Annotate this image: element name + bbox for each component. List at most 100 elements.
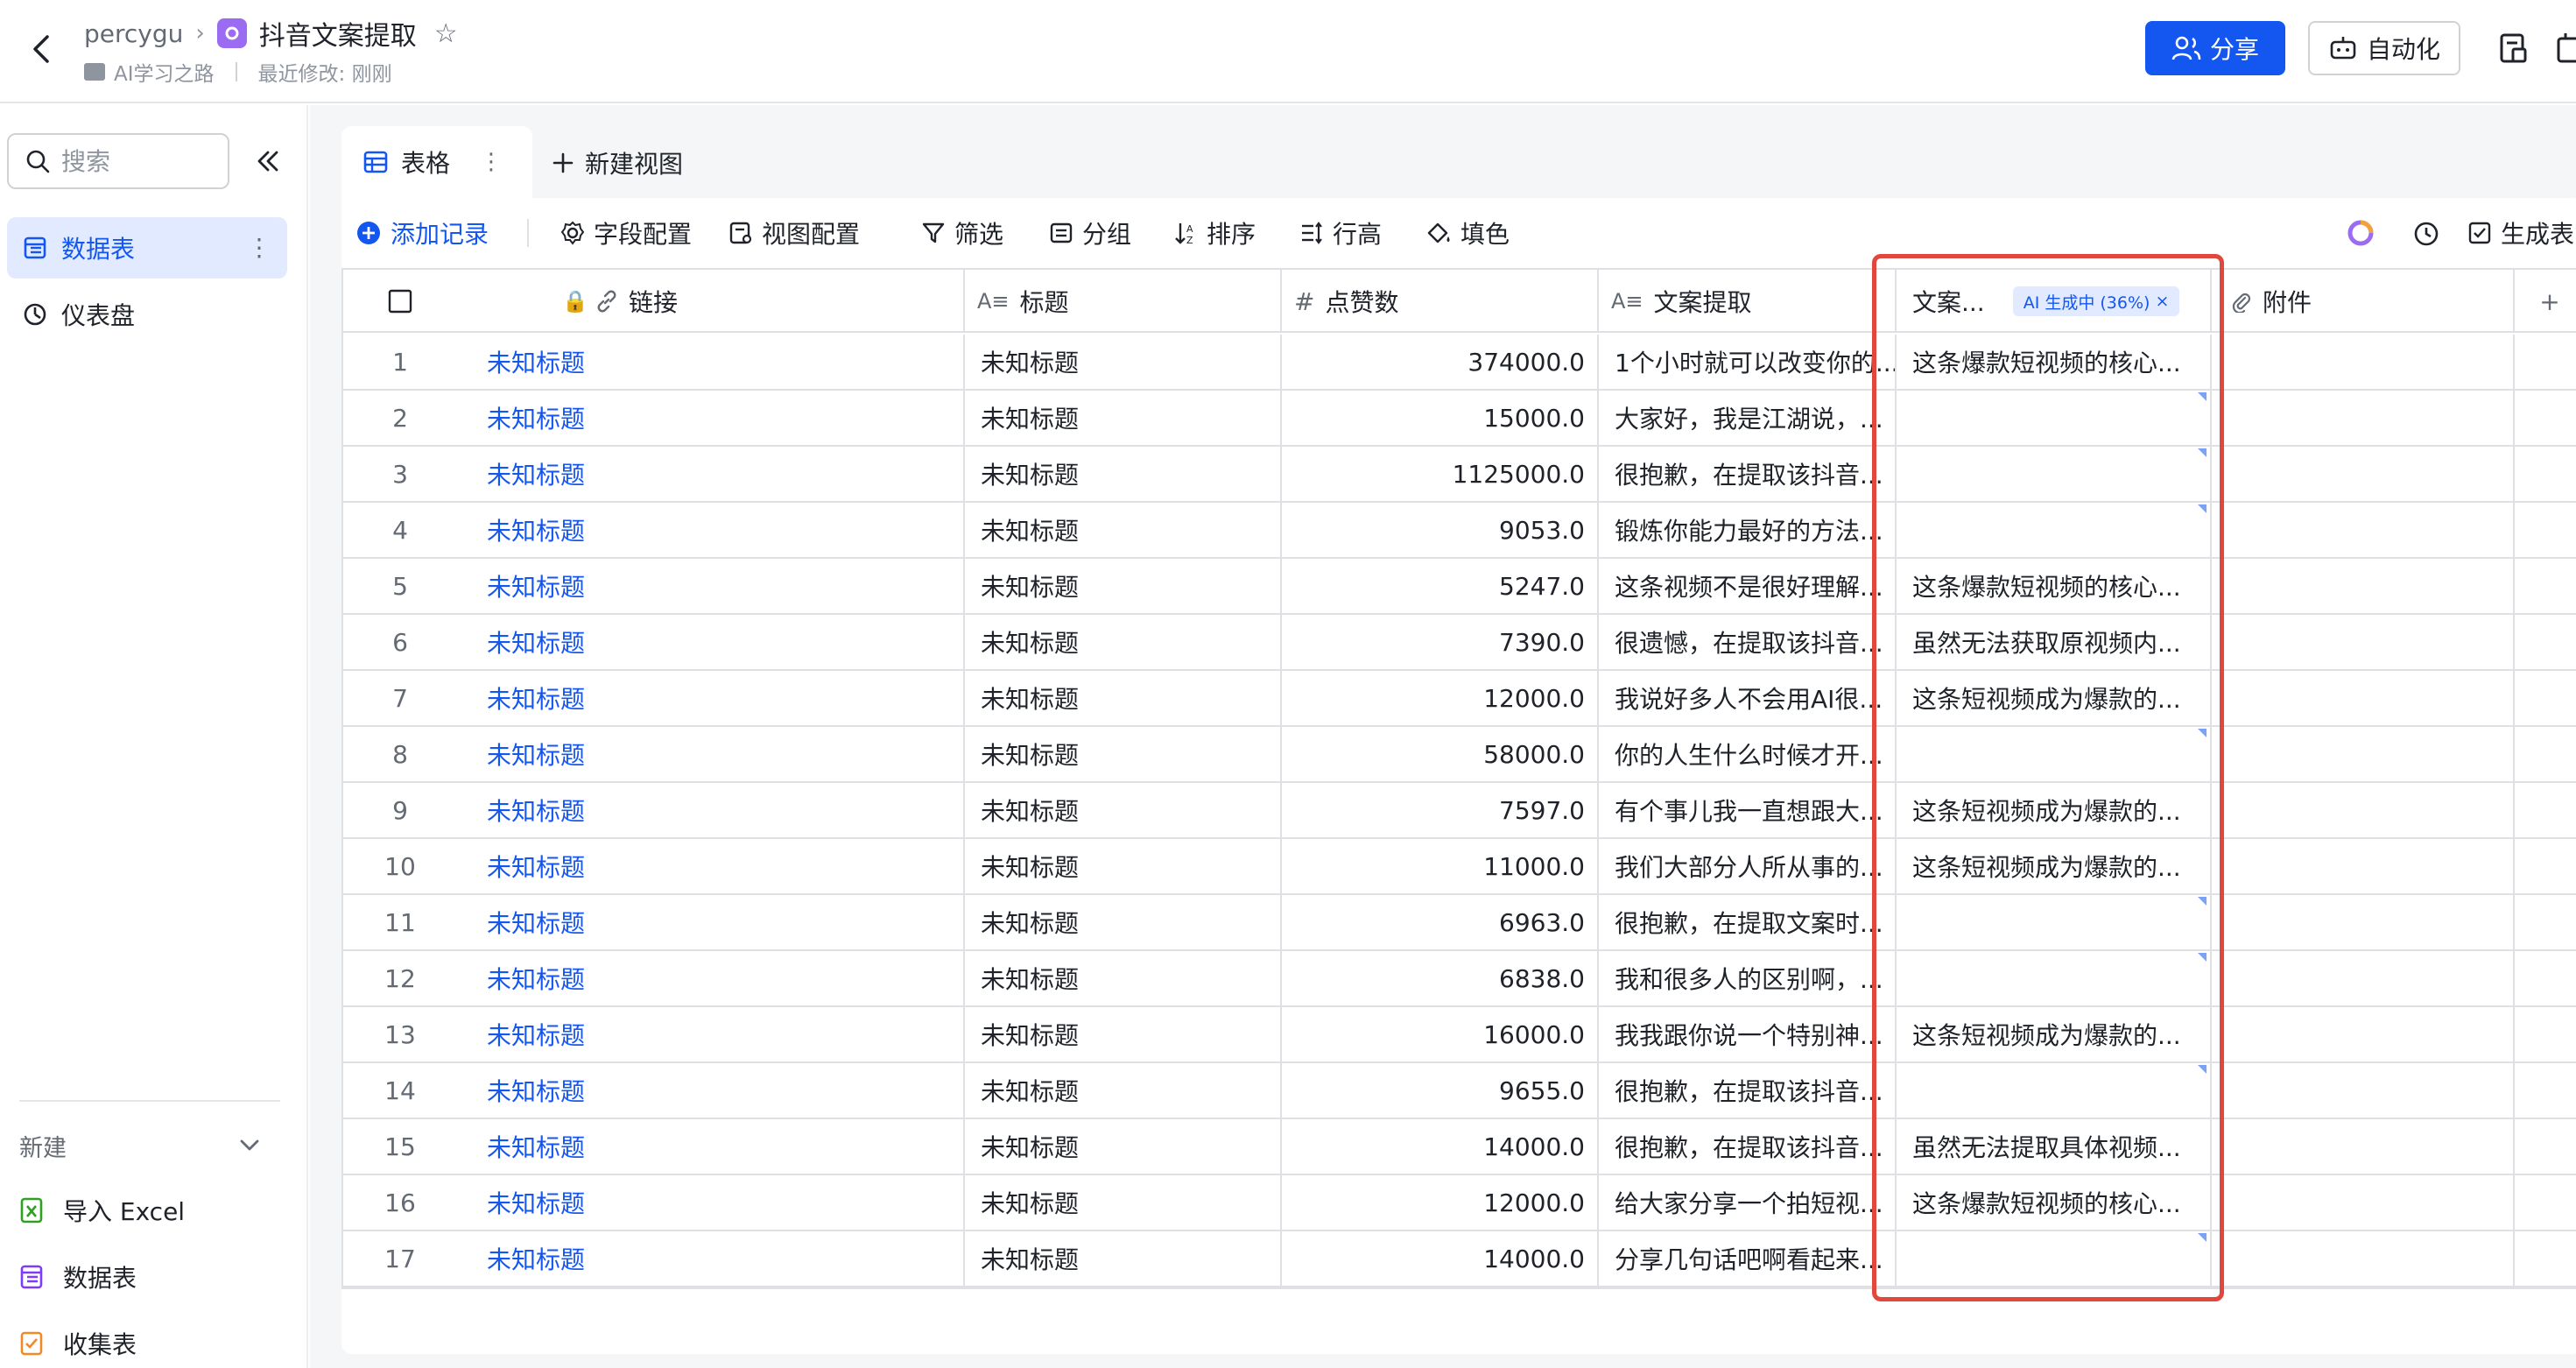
cell-ai-generated[interactable] bbox=[1897, 447, 2212, 501]
cell-link[interactable]: 未知标题 bbox=[457, 1231, 965, 1286]
cell-likes[interactable]: 14000.0 bbox=[1282, 1231, 1599, 1286]
ai-assistant-icon[interactable] bbox=[2345, 217, 2376, 249]
cell-extract[interactable]: 我和很多人的区别啊，... bbox=[1599, 951, 1897, 1005]
cell-likes[interactable]: 11000.0 bbox=[1282, 839, 1599, 893]
cell-extract[interactable]: 这条视频不是很好理解... bbox=[1599, 559, 1897, 613]
cell-attachment[interactable] bbox=[2212, 839, 2515, 893]
cell-attachment[interactable] bbox=[2212, 391, 2515, 445]
cell-ai-generated[interactable] bbox=[1897, 1231, 2212, 1286]
table-row[interactable]: 8 未知标题 未知标题 58000.0 你的人生什么时候才开... bbox=[343, 727, 2576, 783]
column-header-likes[interactable]: # 点赞数 bbox=[1282, 270, 1599, 333]
cell-title[interactable]: 未知标题 bbox=[965, 895, 1282, 949]
cell-title[interactable]: 未知标题 bbox=[965, 559, 1282, 613]
column-header-title[interactable]: A≡ 标题 bbox=[965, 270, 1282, 333]
table-row[interactable]: 13 未知标题 未知标题 16000.0 我我跟你说一个特别神... 这条短视频成为爆款的… bbox=[343, 1007, 2576, 1063]
cell-title[interactable]: 未知标题 bbox=[965, 391, 1282, 445]
cell-attachment[interactable] bbox=[2212, 447, 2515, 501]
cell-ai-generated[interactable] bbox=[1897, 391, 2212, 445]
cell-attachment[interactable] bbox=[2212, 1175, 2515, 1230]
new-datatable[interactable]: 数据表 bbox=[19, 1252, 137, 1301]
share-button[interactable]: 分享 bbox=[2145, 21, 2285, 75]
cell-ai-generated[interactable]: 这条爆款短视频的核心... bbox=[1897, 335, 2212, 389]
table-row[interactable]: 4 未知标题 未知标题 9053.0 锻炼你能力最好的方法... bbox=[343, 503, 2576, 559]
cell-link[interactable]: 未知标题 bbox=[457, 727, 965, 781]
cell-title[interactable]: 未知标题 bbox=[965, 783, 1282, 837]
cell-attachment[interactable] bbox=[2212, 503, 2515, 557]
cell-link[interactable]: 未知标题 bbox=[457, 1063, 965, 1118]
cell-extract[interactable]: 很遗憾，在提取该抖音... bbox=[1599, 615, 1897, 669]
cell-title[interactable]: 未知标题 bbox=[965, 615, 1282, 669]
cell-likes[interactable]: 16000.0 bbox=[1282, 1007, 1599, 1061]
cell-title[interactable]: 未知标题 bbox=[965, 1119, 1282, 1174]
cell-extract[interactable]: 我我跟你说一个特别神... bbox=[1599, 1007, 1897, 1061]
cell-extract[interactable]: 我们大部分人所从事的... bbox=[1599, 839, 1897, 893]
cell-attachment[interactable] bbox=[2212, 335, 2515, 389]
column-header-extract[interactable]: A≡ 文案提取 bbox=[1599, 270, 1897, 333]
row-height-button[interactable]: 行高 bbox=[1299, 214, 1382, 252]
table-row[interactable]: 10 未知标题 未知标题 11000.0 我们大部分人所从事的... 这条短视频成为爆款的… bbox=[343, 839, 2576, 895]
cell-title[interactable]: 未知标题 bbox=[965, 1175, 1282, 1230]
close-icon[interactable]: × bbox=[2155, 292, 2169, 311]
cell-ai-generated[interactable]: 这条短视频成为爆款的... bbox=[1897, 783, 2212, 837]
more-tools-icon[interactable] bbox=[2555, 32, 2576, 65]
table-row[interactable]: 16 未知标题 未知标题 12000.0 给大家分享一个拍短视... 这条爆款短视频的核心… bbox=[343, 1175, 2576, 1231]
cell-link[interactable]: 未知标题 bbox=[457, 671, 965, 725]
history-icon[interactable] bbox=[2411, 219, 2441, 249]
cell-likes[interactable]: 6838.0 bbox=[1282, 951, 1599, 1005]
cell-extract[interactable]: 1个小时就可以改变你的... bbox=[1599, 335, 1897, 389]
cell-title[interactable]: 未知标题 bbox=[965, 727, 1282, 781]
cell-link[interactable]: 未知标题 bbox=[457, 951, 965, 1005]
cell-likes[interactable]: 15000.0 bbox=[1282, 391, 1599, 445]
cell-extract[interactable]: 很抱歉，在提取文案时... bbox=[1599, 895, 1897, 949]
collapse-sidebar-icon[interactable] bbox=[252, 145, 284, 177]
select-all-checkbox[interactable] bbox=[343, 270, 457, 333]
cell-title[interactable]: 未知标题 bbox=[965, 1231, 1282, 1286]
add-record-button[interactable]: 添加记录 bbox=[355, 214, 489, 252]
table-row[interactable]: 6 未知标题 未知标题 7390.0 很遗憾，在提取该抖音... 虽然无法获取原视频内..… bbox=[343, 615, 2576, 671]
sort-button[interactable]: A Z 排序 bbox=[1173, 214, 1256, 252]
cell-extract[interactable]: 大家好，我是江湖说，... bbox=[1599, 391, 1897, 445]
cell-attachment[interactable] bbox=[2212, 671, 2515, 725]
cell-link[interactable]: 未知标题 bbox=[457, 615, 965, 669]
sidebar-search[interactable] bbox=[7, 133, 229, 189]
table-row[interactable]: 3 未知标题 未知标题 1125000.0 很抱歉，在提取该抖音... bbox=[343, 447, 2576, 503]
cell-attachment[interactable] bbox=[2212, 1119, 2515, 1174]
table-row[interactable]: 1 未知标题 未知标题 374000.0 1个小时就可以改变你的... 这条爆款短视频的核… bbox=[343, 335, 2576, 391]
cell-extract[interactable]: 有个事儿我一直想跟大... bbox=[1599, 783, 1897, 837]
cell-link[interactable]: 未知标题 bbox=[457, 1119, 965, 1174]
new-import-excel[interactable]: 导入 Excel bbox=[19, 1186, 185, 1235]
cell-title[interactable]: 未知标题 bbox=[965, 671, 1282, 725]
cell-likes[interactable]: 374000.0 bbox=[1282, 335, 1599, 389]
table-row[interactable]: 15 未知标题 未知标题 14000.0 很抱歉，在提取该抖音... 虽然无法提取具体视频… bbox=[343, 1119, 2576, 1175]
cell-ai-generated[interactable]: 这条短视频成为爆款的... bbox=[1897, 839, 2212, 893]
cell-attachment[interactable] bbox=[2212, 1231, 2515, 1286]
cell-likes[interactable]: 14000.0 bbox=[1282, 1119, 1599, 1174]
cell-ai-generated[interactable] bbox=[1897, 895, 2212, 949]
cell-title[interactable]: 未知标题 bbox=[965, 503, 1282, 557]
cell-likes[interactable]: 12000.0 bbox=[1282, 1175, 1599, 1230]
cell-link[interactable]: 未知标题 bbox=[457, 1007, 965, 1061]
cell-ai-generated[interactable] bbox=[1897, 727, 2212, 781]
cell-link[interactable]: 未知标题 bbox=[457, 447, 965, 501]
cell-link[interactable]: 未知标题 bbox=[457, 839, 965, 893]
generate-table-button[interactable]: 生成表 bbox=[2467, 214, 2574, 252]
sidebar-item-dashboard[interactable]: 仪表盘 bbox=[7, 284, 287, 345]
fill-color-button[interactable]: 填色 bbox=[1425, 214, 1510, 252]
cell-extract[interactable]: 分享几句话吧啊看起来... bbox=[1599, 1231, 1897, 1286]
folder-name[interactable]: AI学习之路 bbox=[114, 57, 215, 87]
cell-likes[interactable]: 12000.0 bbox=[1282, 671, 1599, 725]
document-icon[interactable] bbox=[2497, 32, 2530, 65]
cell-link[interactable]: 未知标题 bbox=[457, 783, 965, 837]
cell-likes[interactable]: 7390.0 bbox=[1282, 615, 1599, 669]
cell-likes[interactable]: 58000.0 bbox=[1282, 727, 1599, 781]
table-row[interactable]: 9 未知标题 未知标题 7597.0 有个事儿我一直想跟大... 这条短视频成为爆款的..… bbox=[343, 783, 2576, 839]
cell-title[interactable]: 未知标题 bbox=[965, 1007, 1282, 1061]
group-button[interactable]: 分组 bbox=[1049, 214, 1131, 252]
cell-link[interactable]: 未知标题 bbox=[457, 503, 965, 557]
back-arrow-icon[interactable] bbox=[25, 32, 60, 67]
cell-title[interactable]: 未知标题 bbox=[965, 839, 1282, 893]
new-section-toggle[interactable]: 新建 bbox=[19, 1121, 263, 1170]
cell-link[interactable]: 未知标题 bbox=[457, 1175, 965, 1230]
table-row[interactable]: 5 未知标题 未知标题 5247.0 这条视频不是很好理解... 这条爆款短视频的核心..… bbox=[343, 559, 2576, 615]
cell-title[interactable]: 未知标题 bbox=[965, 447, 1282, 501]
